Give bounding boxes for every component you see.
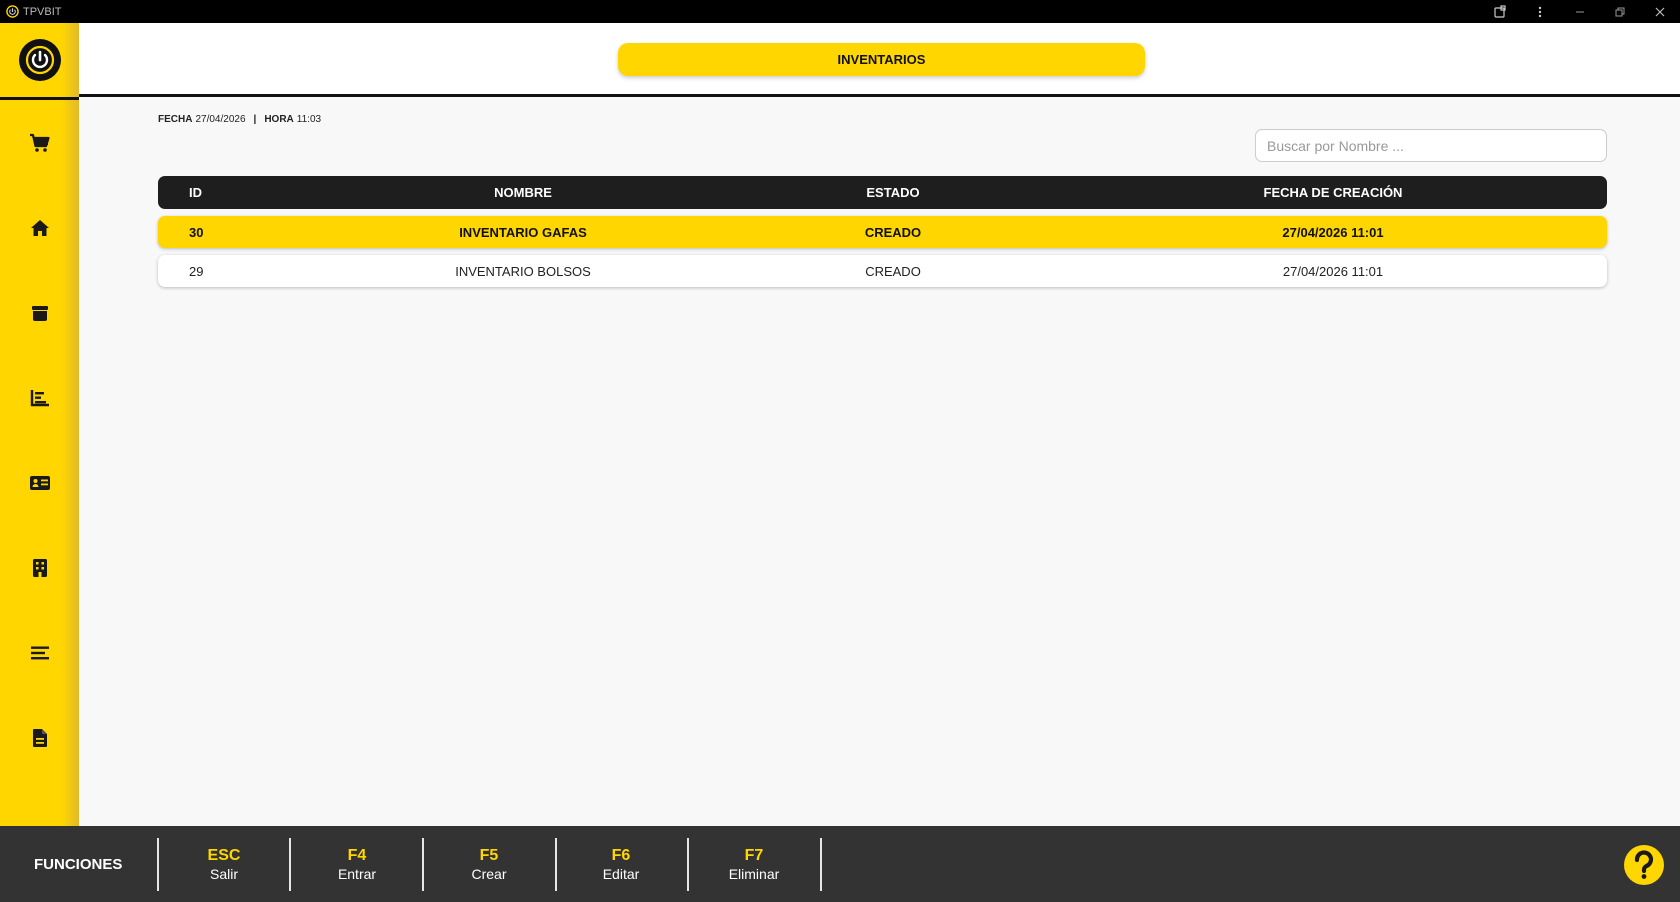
page-title: INVENTARIOS	[618, 43, 1145, 76]
cart-icon	[29, 133, 50, 152]
header: INVENTARIOS	[79, 23, 1680, 97]
column-header-fecha[interactable]: FECHA DE CREACIÓN	[1158, 176, 1508, 209]
close-button[interactable]	[1640, 0, 1680, 23]
function-key: F5	[479, 847, 499, 864]
function-label: Crear	[471, 866, 507, 882]
sidebar-item-reports[interactable]	[0, 378, 79, 418]
hora-value: 11:03	[296, 114, 322, 125]
column-header-estado[interactable]: ESTADO	[758, 176, 1028, 209]
function-label: Salir	[209, 866, 238, 882]
column-header-nombre[interactable]: NOMBRE	[358, 176, 688, 209]
function-key: F4	[347, 847, 367, 864]
title-bar: TPVBIT	[0, 0, 1680, 23]
list-icon	[30, 646, 49, 660]
home-icon	[30, 220, 49, 236]
function-separator	[820, 838, 822, 891]
function-key: ESC	[207, 847, 241, 864]
document-icon	[32, 729, 47, 747]
minimize-icon	[1576, 11, 1584, 12]
kebab-menu-icon	[1538, 6, 1542, 17]
minimize-button[interactable]	[1560, 0, 1600, 23]
id-card-icon	[29, 476, 50, 490]
date-time-info: FECHA 27/04/2026 | HORA 11:03	[158, 114, 321, 125]
cell-nombre: INVENTARIO BOLSOS	[455, 263, 591, 279]
function-key: F7	[744, 847, 764, 864]
question-mark-icon	[1634, 850, 1654, 879]
sidebar-item-company[interactable]	[0, 548, 79, 588]
extensions-button[interactable]	[1480, 0, 1520, 23]
function-label: Entrar	[337, 866, 377, 882]
power-logo-icon	[6, 5, 19, 18]
power-button[interactable]	[18, 39, 61, 81]
cell-estado: CREADO	[865, 263, 921, 279]
functions-label: FUNCIONES	[34, 855, 123, 873]
function-label: Editar	[602, 866, 640, 882]
sidebar-item-documents[interactable]	[0, 718, 79, 758]
sidebar-item-menu[interactable]	[0, 633, 79, 673]
menu-button[interactable]	[1520, 0, 1560, 23]
help-button[interactable]	[1624, 845, 1664, 885]
building-icon	[32, 559, 47, 577]
table-header: ID NOMBRE ESTADO FECHA DE CREACIÓN	[158, 176, 1607, 209]
function-bar: FUNCIONES ESC Salir F4 Entrar F5 Crear F…	[0, 826, 1680, 902]
f4-enter-button[interactable]: F4 Entrar	[291, 838, 423, 891]
sidebar	[0, 23, 79, 826]
restore-button[interactable]	[1600, 0, 1640, 23]
esc-exit-button[interactable]: ESC Salir	[158, 838, 290, 891]
cell-id: 29	[189, 263, 204, 279]
window-title: TPVBIT	[23, 5, 62, 18]
sidebar-item-sales[interactable]	[0, 123, 79, 163]
column-header-id[interactable]: ID	[189, 176, 202, 209]
close-icon	[1655, 7, 1665, 16]
sidebar-item-products[interactable]	[0, 293, 79, 333]
sidebar-divider	[0, 97, 79, 100]
sidebar-item-home[interactable]	[0, 208, 79, 248]
table-row[interactable]: 29 INVENTARIO BOLSOS CREADO 27/04/2026 1…	[158, 255, 1607, 287]
restore-icon	[1615, 7, 1625, 16]
f7-delete-button[interactable]: F7 Eliminar	[688, 838, 820, 891]
sidebar-item-clients[interactable]	[0, 463, 79, 503]
box-icon	[31, 306, 48, 321]
cell-id: 30	[189, 224, 204, 240]
hora-label: HORA	[264, 114, 294, 125]
f6-edit-button[interactable]: F6 Editar	[555, 838, 687, 891]
fecha-value: 27/04/2026	[195, 114, 246, 125]
search-input[interactable]	[1255, 129, 1607, 162]
info-separator: |	[253, 114, 257, 125]
f5-create-button[interactable]: F5 Crear	[423, 838, 555, 891]
power-icon	[25, 45, 54, 75]
cell-estado: CREADO	[864, 224, 922, 240]
table-row[interactable]: 30 INVENTARIO GAFAS CREADO 27/04/2026 11…	[158, 216, 1607, 248]
fecha-label: FECHA	[158, 114, 193, 125]
logo-area	[0, 23, 79, 97]
cell-fecha: 27/04/2026 11:01	[1282, 224, 1384, 240]
puzzle-icon	[1494, 4, 1506, 18]
cell-nombre: INVENTARIO GAFAS	[459, 224, 587, 240]
function-label: Eliminar	[728, 866, 780, 882]
chart-icon	[30, 390, 49, 407]
function-key: F6	[611, 847, 631, 864]
cell-fecha: 27/04/2026 11:01	[1282, 263, 1384, 279]
